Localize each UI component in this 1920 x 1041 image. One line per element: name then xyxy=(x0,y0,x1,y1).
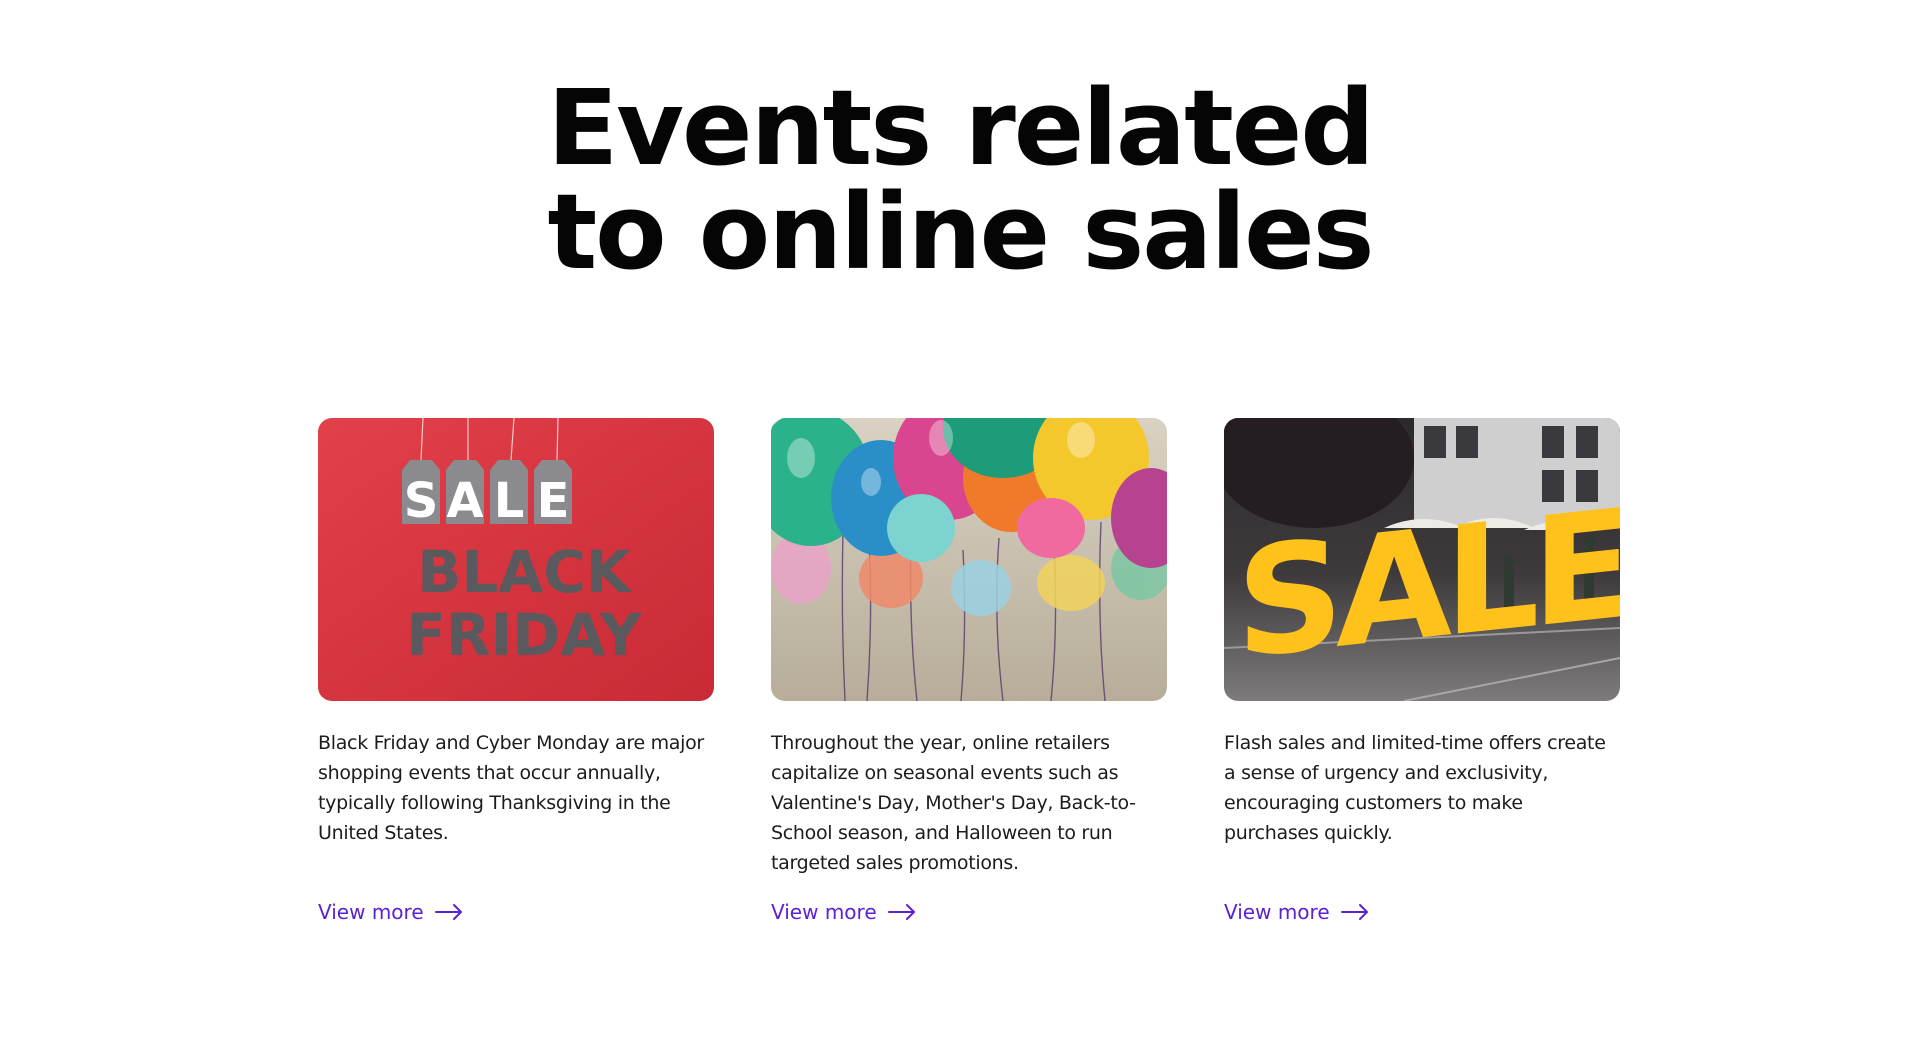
heading-line-1: Events related xyxy=(547,67,1375,189)
view-more-label: View more xyxy=(318,900,424,924)
arrow-right-icon xyxy=(887,904,915,920)
view-more-link-seasonal[interactable]: View more xyxy=(771,900,917,924)
tag-letter: A xyxy=(446,473,483,529)
arrow-right-icon xyxy=(1340,904,1368,920)
view-more-link-flash-sales[interactable]: View more xyxy=(1224,900,1370,924)
balloons-image xyxy=(771,418,1167,701)
flash-sale-illustration: SALE xyxy=(1224,418,1620,701)
tag-letter: E xyxy=(537,473,570,529)
arrow-right-icon xyxy=(434,904,462,920)
image-text-black: BLACK xyxy=(417,538,633,606)
view-more-label: View more xyxy=(771,900,877,924)
section-heading: Events related to online sales xyxy=(0,76,1920,284)
heading-line-2: to online sales xyxy=(547,171,1374,293)
event-cards: S A L E BLACK FRIDAY Black Friday and Cy… xyxy=(318,418,1620,878)
event-card-black-friday: S A L E BLACK FRIDAY Black Friday and Cy… xyxy=(318,418,714,878)
tag-letter: L xyxy=(494,473,525,529)
card-description: Flash sales and limited-time offers crea… xyxy=(1224,732,1606,844)
event-card-seasonal: Throughout the year, online retailers ca… xyxy=(771,418,1167,878)
tag-letter: S xyxy=(404,473,439,529)
card-description: Throughout the year, online retailers ca… xyxy=(771,732,1136,874)
view-more-label: View more xyxy=(1224,900,1330,924)
black-friday-illustration: S A L E BLACK FRIDAY xyxy=(318,418,714,701)
black-friday-image: S A L E BLACK FRIDAY xyxy=(318,418,714,701)
flash-sale-image: SALE xyxy=(1224,418,1620,701)
event-card-flash-sales: SALE Flash sales and limited-time offers… xyxy=(1224,418,1620,878)
view-more-link-black-friday[interactable]: View more xyxy=(318,900,464,924)
card-description: Black Friday and Cyber Monday are major … xyxy=(318,732,704,844)
image-text-friday: FRIDAY xyxy=(406,601,642,669)
balloons-illustration xyxy=(771,418,1167,701)
